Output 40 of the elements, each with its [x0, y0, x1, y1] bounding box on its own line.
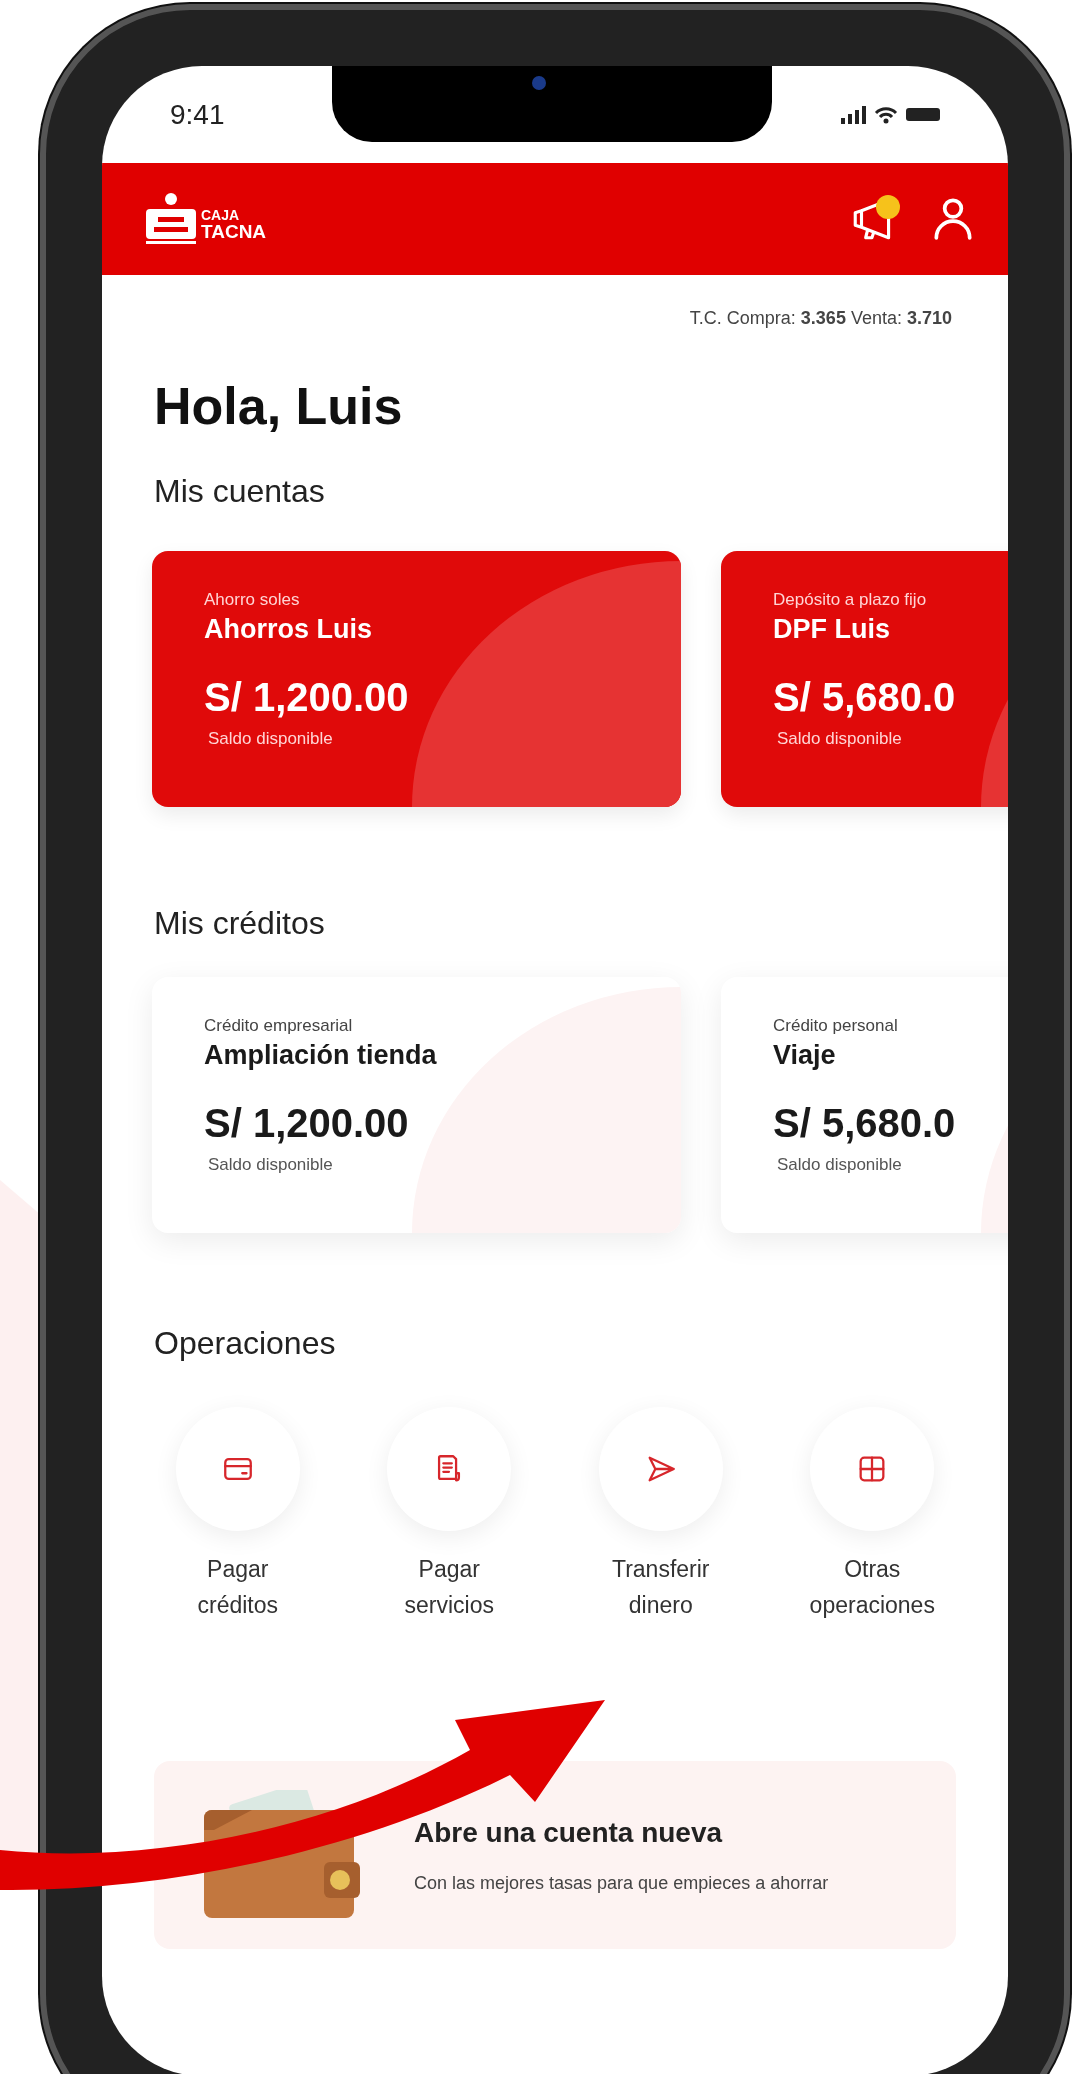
account-name: Ahorros Luis	[204, 612, 373, 646]
exchange-rate: T.C. Compra: 3.365 Venta: 3.710	[689, 307, 952, 330]
account-amount: S/ 5,680.0	[773, 1100, 957, 1148]
account-amount: S/ 1,200.00	[204, 1100, 410, 1148]
battery-icon	[906, 108, 940, 121]
account-card[interactable]: Depósito a plazo fijo DPF Luis S/ 5,680.0 Saldo disponible	[721, 551, 1008, 807]
operation-button[interactable]: Otras operaciones	[766, 1407, 978, 1623]
signal-icon	[841, 105, 866, 124]
greeting: Hola, Luis	[153, 376, 404, 437]
promo-text: Con las mejores tasas para que empieces a ahorrar	[414, 1872, 829, 1895]
promo-banner[interactable]: Abre una cuenta nueva Con las mejores tasas para que empieces a ahorrar	[154, 1761, 956, 1949]
account-name: Ampliación tienda	[204, 1038, 438, 1072]
operation-button[interactable]: Pagar créditos	[132, 1407, 344, 1623]
account-type: Depósito a plazo fijo	[773, 589, 928, 611]
logo-icon	[144, 193, 198, 245]
account-card[interactable]: Ahorro soles Ahorros Luis S/ 1,200.00 Saldo disponible	[152, 551, 681, 807]
wifi-icon	[874, 105, 898, 124]
account-type: Crédito empresarial	[204, 1015, 354, 1037]
section-title: Mis créditos	[153, 904, 326, 943]
credit-card[interactable]: Crédito empresarial Ampliación tienda S/ 1,200.00 Saldo disponible	[152, 977, 681, 1233]
account-name: DPF Luis	[773, 612, 891, 646]
promo-title: Abre una cuenta nueva	[414, 1816, 724, 1850]
account-type: Ahorro soles	[204, 589, 301, 611]
section-title: Mis cuentas	[153, 472, 326, 511]
logo-text: TACNA	[201, 222, 267, 241]
account-name: Viaje	[773, 1038, 837, 1072]
operation-button[interactable]: Pagar servicios	[343, 1407, 555, 1623]
logo[interactable]: CAJA TACNA	[144, 193, 267, 245]
logo-text: CAJA	[201, 208, 241, 222]
account-caption: Saldo disponible	[208, 728, 334, 751]
account-amount: S/ 1,200.00	[204, 674, 410, 722]
account-amount: S/ 5,680.0	[773, 674, 957, 722]
account-type: Crédito personal	[773, 1015, 899, 1037]
section-title: Operaciones	[153, 1324, 337, 1363]
operation-button[interactable]: Transferir dinero	[555, 1407, 767, 1623]
account-caption: Saldo disponible	[777, 1154, 903, 1177]
account-caption: Saldo disponible	[208, 1154, 334, 1177]
status-time: 9:41	[170, 97, 225, 132]
credit-card[interactable]: Crédito personal Viaje S/ 5,680.0 Saldo disponible	[721, 977, 1008, 1233]
account-caption: Saldo disponible	[777, 728, 903, 751]
